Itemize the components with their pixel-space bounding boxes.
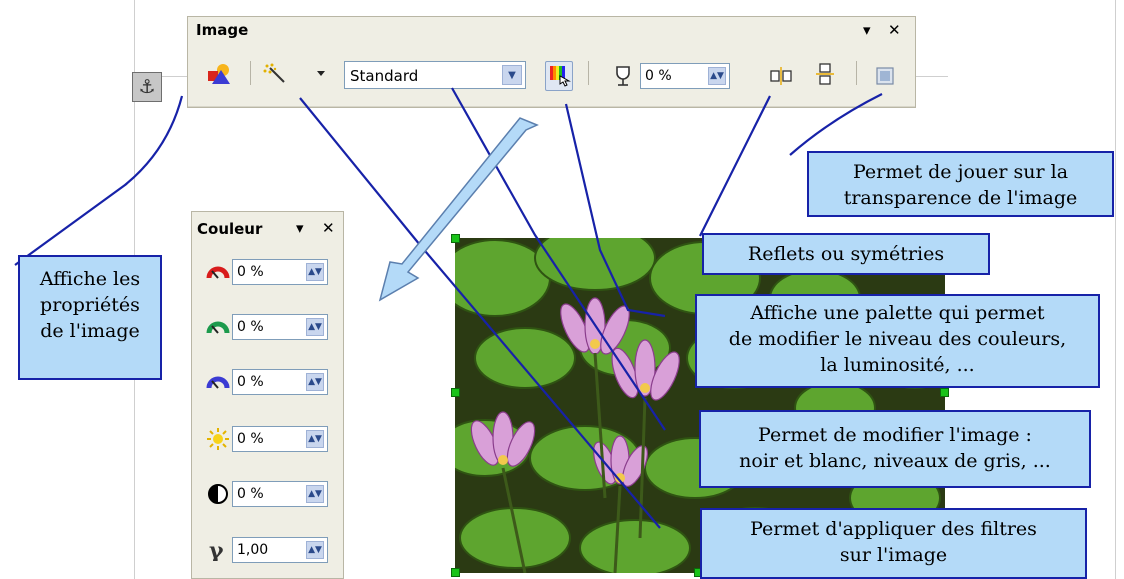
pointer-line-filters (299, 97, 661, 529)
pointer-line-transparency (789, 93, 883, 156)
callout-line: Permet d'appliquer des filtres (750, 518, 1037, 540)
callout-line: Affiche une palette qui permet (750, 302, 1045, 324)
callout-line: noir et blanc, niveaux de gris, ... (739, 450, 1051, 472)
callout-filters: Permet d'appliquer des filtres sur l'ima… (700, 508, 1087, 579)
callout-line: sur l'image (839, 544, 948, 566)
callout-transparency: Permet de jouer sur la transparence de l… (807, 151, 1114, 217)
callout-line: de l'image (40, 320, 140, 342)
callout-line: Affiche les (39, 268, 141, 290)
callout-line: Reflets ou symétries (747, 243, 945, 265)
pointer-lines (14, 87, 883, 529)
callout-properties: Affiche les propriétés de l'image (18, 255, 162, 380)
pointer-line-palette (564, 103, 666, 318)
pointer-line-properties (14, 95, 184, 266)
callout-flip: Reflets ou symétries (702, 233, 990, 275)
callout-line: Permet de modifier l'image : (758, 424, 1032, 446)
callout-line: Permet de jouer sur la (852, 161, 1069, 183)
callout-line: de modifier le niveau des couleurs, (728, 328, 1067, 350)
callout-mode: Permet de modifier l'image : noir et bla… (699, 410, 1091, 488)
pointer-line-flip (699, 95, 771, 237)
callout-line: transparence de l'image (843, 187, 1078, 209)
big-arrow (378, 117, 539, 302)
callout-line: propriétés (40, 294, 140, 316)
callout-palette: Affiche une palette qui permet de modifi… (695, 294, 1100, 388)
callout-line: la luminosité, ... (820, 354, 975, 376)
pointer-line-mode (451, 87, 666, 431)
